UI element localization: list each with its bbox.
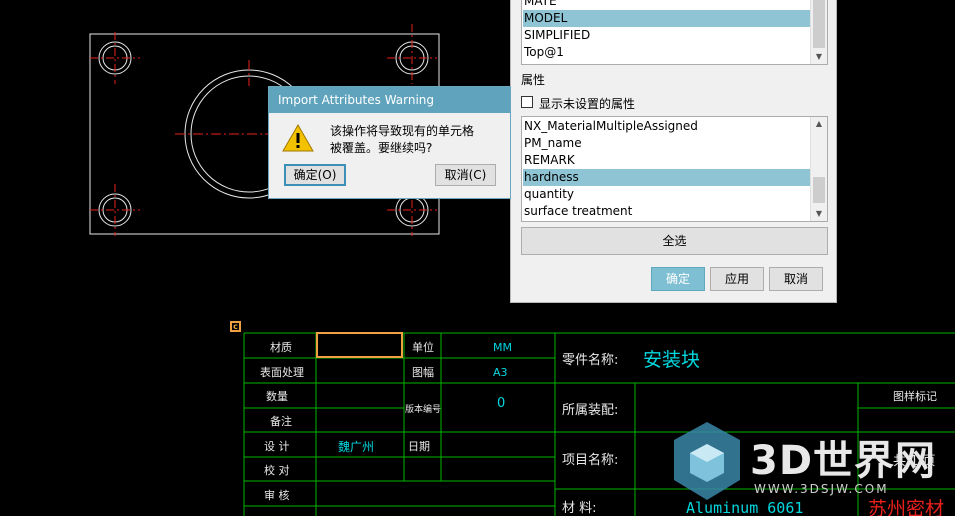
list-item[interactable]: MATE bbox=[523, 0, 812, 10]
tb-version-value: 0 bbox=[497, 396, 505, 411]
attributes-panel: MATE MODEL SIMPLIFIED Top@1 ▼ 属性 显示未设置的属… bbox=[510, 0, 837, 303]
chevron-down-icon[interactable]: ▼ bbox=[811, 50, 827, 64]
tb-review: 审 核 bbox=[264, 488, 290, 502]
warning-icon bbox=[282, 123, 314, 152]
ok-button[interactable]: 确定 bbox=[651, 267, 705, 291]
cube-logo-icon bbox=[674, 422, 740, 500]
tb-unit-value: MM bbox=[493, 341, 512, 354]
list-item[interactable]: PM_name bbox=[523, 135, 812, 152]
cell-marker-icon[interactable]: c bbox=[230, 321, 241, 332]
chevron-down-icon[interactable]: ▼ bbox=[811, 207, 827, 221]
tb-unit: 单位 bbox=[412, 340, 434, 354]
scrollbar-thumb[interactable] bbox=[813, 177, 825, 203]
select-all-button[interactable]: 全选 bbox=[521, 227, 828, 255]
list-item-selected[interactable]: MODEL bbox=[523, 10, 812, 27]
tb-sheet: 图幅 bbox=[412, 366, 434, 379]
scrollbar[interactable]: ▲ ▼ bbox=[810, 117, 827, 221]
import-attributes-warning-dialog: Import Attributes Warning 该操作将导致现有的单元格 被… bbox=[268, 86, 511, 199]
tb-mark-label: 图样标记 bbox=[893, 389, 937, 403]
tb-part-name-label: 零件名称: bbox=[562, 352, 618, 368]
tb-surface: 表面处理 bbox=[260, 365, 304, 379]
list-item[interactable]: REMARK bbox=[523, 152, 812, 169]
tb-designer: 魏广州 bbox=[338, 439, 374, 454]
apply-button[interactable]: 应用 bbox=[710, 267, 764, 291]
tb-material-label: 材 料: bbox=[562, 501, 597, 516]
watermark: 3D世界网 WWW.3DSJW.COM bbox=[670, 418, 955, 516]
tb-part-name: 安装块 bbox=[643, 349, 700, 371]
list-item[interactable]: surface treatment bbox=[523, 203, 812, 220]
watermark-brand: 3D世界网 bbox=[750, 438, 937, 484]
selected-cell[interactable] bbox=[316, 332, 403, 358]
dialog-cancel-button[interactable]: 取消(C) bbox=[435, 164, 496, 186]
list-item[interactable]: SIMPLIFIED bbox=[523, 27, 812, 44]
dialog-message: 该操作将导致现有的单元格 被覆盖。要继续吗? bbox=[330, 123, 474, 157]
watermark-url: WWW.3DSJW.COM bbox=[754, 482, 889, 496]
attributes-list[interactable]: NX_MaterialMultipleAssigned PM_name REMA… bbox=[521, 116, 828, 222]
tb-material: 材质 bbox=[270, 340, 292, 354]
tb-date: 日期 bbox=[408, 440, 430, 453]
tb-design: 设 计 bbox=[264, 440, 290, 453]
scrollbar[interactable]: ▼ bbox=[810, 0, 827, 64]
tb-remark: 备注 bbox=[270, 414, 292, 428]
list-item-selected[interactable]: hardness bbox=[523, 169, 812, 186]
cancel-button[interactable]: 取消 bbox=[769, 267, 823, 291]
tb-project-label: 项目名称: bbox=[562, 452, 618, 468]
scrollbar-thumb[interactable] bbox=[813, 0, 825, 48]
list-item[interactable]: Top@1 bbox=[523, 44, 812, 61]
list-item[interactable]: quantity bbox=[523, 186, 812, 203]
dialog-message-line2: 被覆盖。要继续吗? bbox=[330, 141, 433, 155]
dialog-ok-button[interactable]: 确定(O) bbox=[284, 164, 346, 186]
tb-assembly-label: 所属装配: bbox=[562, 403, 618, 418]
show-unset-checkbox[interactable] bbox=[521, 96, 533, 108]
tb-quantity: 数量 bbox=[266, 390, 288, 403]
tb-sheet-value: A3 bbox=[493, 366, 508, 379]
dialog-title[interactable]: Import Attributes Warning bbox=[269, 87, 510, 113]
tb-version-label: 版本编号 bbox=[405, 403, 441, 415]
tb-check: 校 对 bbox=[264, 463, 290, 477]
list-item[interactable]: NX_MaterialMultipleAssigned bbox=[523, 118, 812, 135]
dialog-message-line1: 该操作将导致现有的单元格 bbox=[330, 124, 475, 138]
show-unset-label: 显示未设置的属性 bbox=[539, 97, 636, 111]
model-list[interactable]: MATE MODEL SIMPLIFIED Top@1 ▼ bbox=[521, 0, 828, 65]
chevron-up-icon[interactable]: ▲ bbox=[811, 117, 827, 131]
attributes-label: 属性 bbox=[521, 73, 546, 87]
